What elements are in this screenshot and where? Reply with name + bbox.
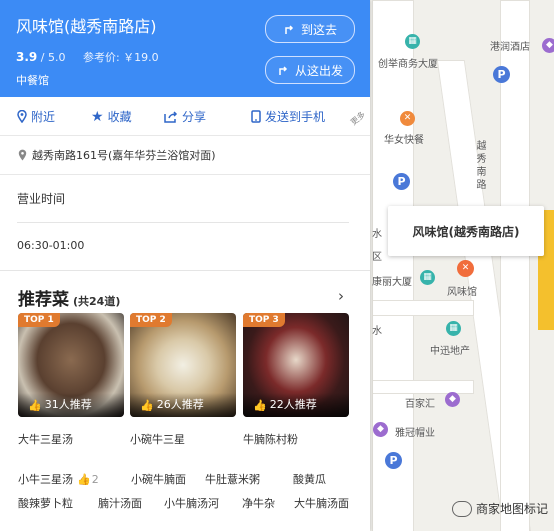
share-button[interactable]: 分享 [164, 108, 206, 125]
dish-likes: 👍 22人推荐 [243, 393, 349, 417]
map-label-zhongxun: 中迅地产 [430, 346, 470, 357]
map-label-baijiahui: 百家汇 [405, 399, 435, 410]
dish-rank: TOP 1 [18, 313, 60, 327]
watermark: 商家地图标记 [451, 500, 548, 517]
phone-icon [251, 110, 261, 123]
map-label-chuangju: 创举商务大厦 [378, 59, 438, 70]
dish-likes: 👍 31人推荐 [18, 393, 124, 417]
divider [0, 270, 370, 271]
from-button[interactable]: 从这出发 [265, 56, 355, 84]
thumbs-up-icon: 👍 [140, 399, 154, 412]
location-pin-icon [17, 110, 27, 123]
dish-tag[interactable]: 酸黄瓜 [293, 471, 326, 487]
restaurant-icon[interactable]: ✕ [400, 111, 415, 126]
road [372, 380, 474, 394]
dish-tag[interactable]: 小碗牛腩面 [131, 471, 186, 487]
more-tag[interactable]: 更多 [348, 109, 367, 128]
parking-icon[interactable]: P [385, 452, 402, 469]
rating-value: 3.9 [16, 50, 38, 64]
action-bar: 附近 ★ 收藏 分享 发送到手机 更多 [0, 97, 370, 136]
dish-tag[interactable]: 小牛三星汤 👍2 [18, 471, 99, 487]
map-label-fengweiguan: 风味馆 [447, 287, 477, 298]
dish-likes-text: 31人推荐 [44, 398, 92, 411]
dish-name[interactable]: 牛腩陈村粉 [243, 431, 298, 447]
parking-icon[interactable]: P [393, 173, 410, 190]
thumbs-up-icon: 👍 [253, 399, 267, 412]
share-label: 分享 [182, 110, 207, 124]
dish-card[interactable]: TOP 2 👍 26人推荐 [130, 313, 236, 417]
goto-button[interactable]: 到这去 [265, 15, 355, 43]
dish-tag-name: 小牛三星汤 [18, 473, 73, 486]
thumbs-up-icon: 👍 [77, 473, 91, 486]
dish-tag[interactable]: 净牛杂 [242, 495, 275, 511]
address-row: 越秀南路161号(嘉年华芬兰浴馆对面) [0, 136, 370, 175]
dish-tag[interactable]: 酸辣萝卜粒 [18, 495, 73, 511]
restaurant-pin-icon[interactable]: ✕ [457, 260, 474, 277]
recommend-title: 推荐菜 (共24道) [18, 285, 120, 310]
dish-likes-text: 26人推荐 [156, 398, 204, 411]
building-icon[interactable]: ▦ [405, 34, 420, 49]
address-text: 越秀南路161号(嘉年华芬兰浴馆对面) [32, 149, 216, 162]
map-label-shui: 水 [372, 326, 382, 337]
map-label-kangli: 康丽大厦 [372, 277, 412, 288]
road [372, 300, 474, 316]
map-label-shui: 水 [372, 229, 382, 240]
dish-rank: TOP 3 [243, 313, 285, 327]
star-icon: ★ [91, 108, 104, 125]
nearby-button[interactable]: 附近 [17, 108, 55, 125]
watermark-text: 商家地图标记 [475, 502, 548, 516]
dish-tag-likes: 2 [91, 473, 99, 486]
favorite-button[interactable]: ★ 收藏 [91, 108, 132, 125]
map-label-huanv: 华女快餐 [384, 135, 424, 146]
hours-value: 06:30-01:00 [17, 239, 85, 252]
building-icon[interactable]: ▦ [446, 321, 461, 336]
map-callout[interactable]: 风味馆(越秀南路店) [388, 206, 544, 256]
hotel-icon[interactable]: ◆ [542, 38, 554, 53]
place-name: 风味馆(越秀南路店) [16, 17, 157, 36]
share-icon [164, 110, 178, 123]
place-detail-panel: 风味馆(越秀南路店) 3.9 / 5.0 参考价: ￥19.0 中餐馆 到这去 … [0, 0, 370, 531]
from-label: 从这出发 [294, 63, 343, 78]
category: 中餐馆 [16, 74, 49, 87]
dish-name[interactable]: 小碗牛三星 [130, 431, 185, 447]
recommend-title-text: 推荐菜 [18, 290, 69, 310]
dish-tag[interactable]: 大牛腩汤面 [294, 495, 349, 511]
wechat-icon [451, 500, 472, 517]
shopping-icon[interactable]: ◆ [445, 392, 460, 407]
dish-card[interactable]: TOP 3 👍 22人推荐 [243, 313, 349, 417]
shopping-icon[interactable]: ◆ [373, 422, 388, 437]
goto-label: 到这去 [300, 22, 337, 37]
rating-row: 3.9 / 5.0 参考价: ￥19.0 [16, 49, 159, 65]
dish-likes-text: 22人推荐 [269, 398, 317, 411]
favorite-label: 收藏 [107, 110, 132, 124]
dish-likes: 👍 26人推荐 [130, 393, 236, 417]
dish-tag[interactable]: 牛肚薏米粥 [205, 471, 260, 487]
nearby-label: 附近 [31, 110, 56, 124]
dish-rank: TOP 2 [130, 313, 172, 327]
rating-max: / 5.0 [40, 51, 66, 64]
send-to-phone-button[interactable]: 发送到手机 [251, 108, 325, 125]
thumbs-up-icon: 👍 [28, 399, 42, 412]
parking-icon[interactable]: P [493, 66, 510, 83]
dish-tag[interactable]: 小牛腩汤河 [164, 495, 219, 511]
hours-title: 营业时间 [17, 192, 66, 206]
dish-tag[interactable]: 腩汁汤面 [98, 495, 142, 511]
dish-name[interactable]: 大牛三星汤 [18, 431, 73, 447]
map-label-ganglun: 港润酒店 [490, 42, 530, 53]
location-pin-icon [18, 149, 27, 161]
chevron-right-icon[interactable]: › [338, 287, 344, 305]
dish-card[interactable]: TOP 1 👍 31人推荐 [18, 313, 124, 417]
send-label: 发送到手机 [265, 110, 326, 124]
route-icon [285, 25, 294, 34]
map-label-road: 越秀南路 [474, 140, 485, 192]
divider [17, 222, 349, 223]
building-icon[interactable]: ▦ [420, 270, 435, 285]
map-label-yaguan: 雅冠帽业 [395, 428, 435, 439]
recommend-count: (共24道) [73, 295, 121, 308]
price-label: 参考价: ￥19.0 [82, 51, 159, 64]
route-icon [279, 66, 288, 75]
map-label-qu: 区 [372, 252, 382, 263]
place-header: 风味馆(越秀南路店) 3.9 / 5.0 参考价: ￥19.0 中餐馆 到这去 … [0, 0, 370, 97]
